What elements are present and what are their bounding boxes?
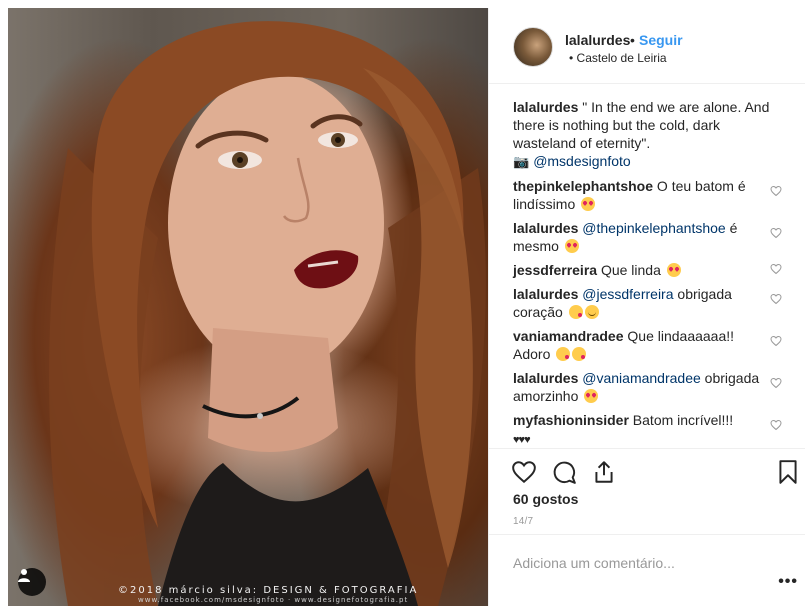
more-options-button[interactable]: •••	[778, 573, 798, 591]
caption-username[interactable]: lalalurdes	[513, 99, 578, 115]
heart-eyes-emoji-icon	[581, 197, 596, 211]
post-date: 14/7	[513, 516, 534, 527]
comment-username[interactable]: myfashioninsider	[513, 412, 629, 428]
like-comment-heart-icon[interactable]	[770, 263, 782, 275]
comment-item: vaniamandradee Que lindaaaaaa!! Adoro	[489, 327, 805, 363]
bookmark-icon[interactable]	[775, 459, 801, 485]
add-comment-section: •••	[489, 534, 805, 606]
like-heart-icon[interactable]	[511, 459, 537, 485]
like-comment-heart-icon[interactable]	[770, 419, 782, 431]
tagged-user-icon[interactable]	[18, 568, 46, 596]
smile-emoji-icon	[584, 305, 599, 319]
comment-username[interactable]: thepinkelephantshoe	[513, 178, 653, 194]
comment-mention[interactable]: @vaniamandradee	[582, 370, 701, 386]
post-side-panel: lalalurdes • Seguir • Castelo de Leiria …	[488, 8, 805, 606]
portrait-illustration	[49, 21, 486, 606]
heart-eyes-emoji-icon	[564, 239, 579, 253]
kiss-emoji-icon	[556, 347, 571, 361]
location-link[interactable]: • Castelo de Leiria	[569, 51, 667, 65]
comment-username[interactable]: jessdferreira	[513, 262, 597, 278]
like-comment-heart-icon[interactable]	[770, 335, 782, 347]
comment-username[interactable]: lalalurdes	[513, 220, 578, 236]
heart-eyes-emoji-icon	[584, 389, 599, 403]
separator-dot: •	[630, 32, 635, 48]
caption-mention[interactable]: @msdesignfoto	[533, 153, 630, 169]
comment-username[interactable]: lalalurdes	[513, 286, 578, 302]
kiss-emoji-icon	[572, 347, 587, 361]
comment-text: Batom incrível!!!	[628, 412, 734, 428]
comments-list[interactable]: lalalurdes " In the end we are alone. An…	[489, 92, 805, 448]
hearts-text: ♥♥♥	[513, 434, 531, 446]
comment-bubble-icon[interactable]	[551, 459, 577, 485]
add-comment-input[interactable]	[513, 555, 743, 571]
post-header: lalalurdes • Seguir • Castelo de Leiria	[489, 8, 805, 84]
comment-mention[interactable]: @jessdferreira	[582, 286, 673, 302]
post-photo[interactable]: ©2018 márcio silva: DESIGN & FOTOGRAFIA …	[8, 8, 488, 606]
comment-username[interactable]: vaniamandradee	[513, 328, 624, 344]
heart-eyes-emoji-icon	[666, 263, 681, 277]
follow-button[interactable]: Seguir	[639, 32, 683, 48]
comment-item: lalalurdes @vaniamandradee obrigada amor…	[489, 369, 805, 405]
post-caption: lalalurdes " In the end we are alone. An…	[489, 92, 805, 171]
like-comment-heart-icon[interactable]	[770, 185, 782, 197]
header-username[interactable]: lalalurdes	[565, 32, 630, 48]
share-upload-icon[interactable]	[591, 459, 617, 485]
comment-text: Que linda	[597, 262, 661, 278]
photo-watermark-url: www.facebook.com/msdesignfoto · www.desi…	[138, 596, 409, 604]
kiss-emoji-icon	[568, 305, 583, 319]
comment-item: myfashioninsider Batom incrível!!! ♥♥♥	[489, 411, 805, 448]
post-actions-bar	[489, 448, 805, 488]
likes-count[interactable]: 60 gostos	[513, 491, 578, 507]
avatar[interactable]	[513, 27, 553, 67]
comment-item: thepinkelephantshoe O teu batom é lindís…	[489, 177, 805, 213]
comment-username[interactable]: lalalurdes	[513, 370, 578, 386]
comment-item: jessdferreira Que linda	[489, 261, 805, 279]
comment-item: lalalurdes @jessdferreira obrigada coraç…	[489, 285, 805, 321]
like-comment-heart-icon[interactable]	[770, 377, 782, 389]
camera-icon: 📷	[513, 154, 530, 169]
photo-watermark: ©2018 márcio silva: DESIGN & FOTOGRAFIA	[118, 585, 419, 596]
like-comment-heart-icon[interactable]	[770, 293, 782, 305]
like-comment-heart-icon[interactable]	[770, 227, 782, 239]
comment-item: lalalurdes @thepinkelephantshoe é mesmo	[489, 219, 805, 255]
comment-mention[interactable]: @thepinkelephantshoe	[582, 220, 725, 236]
